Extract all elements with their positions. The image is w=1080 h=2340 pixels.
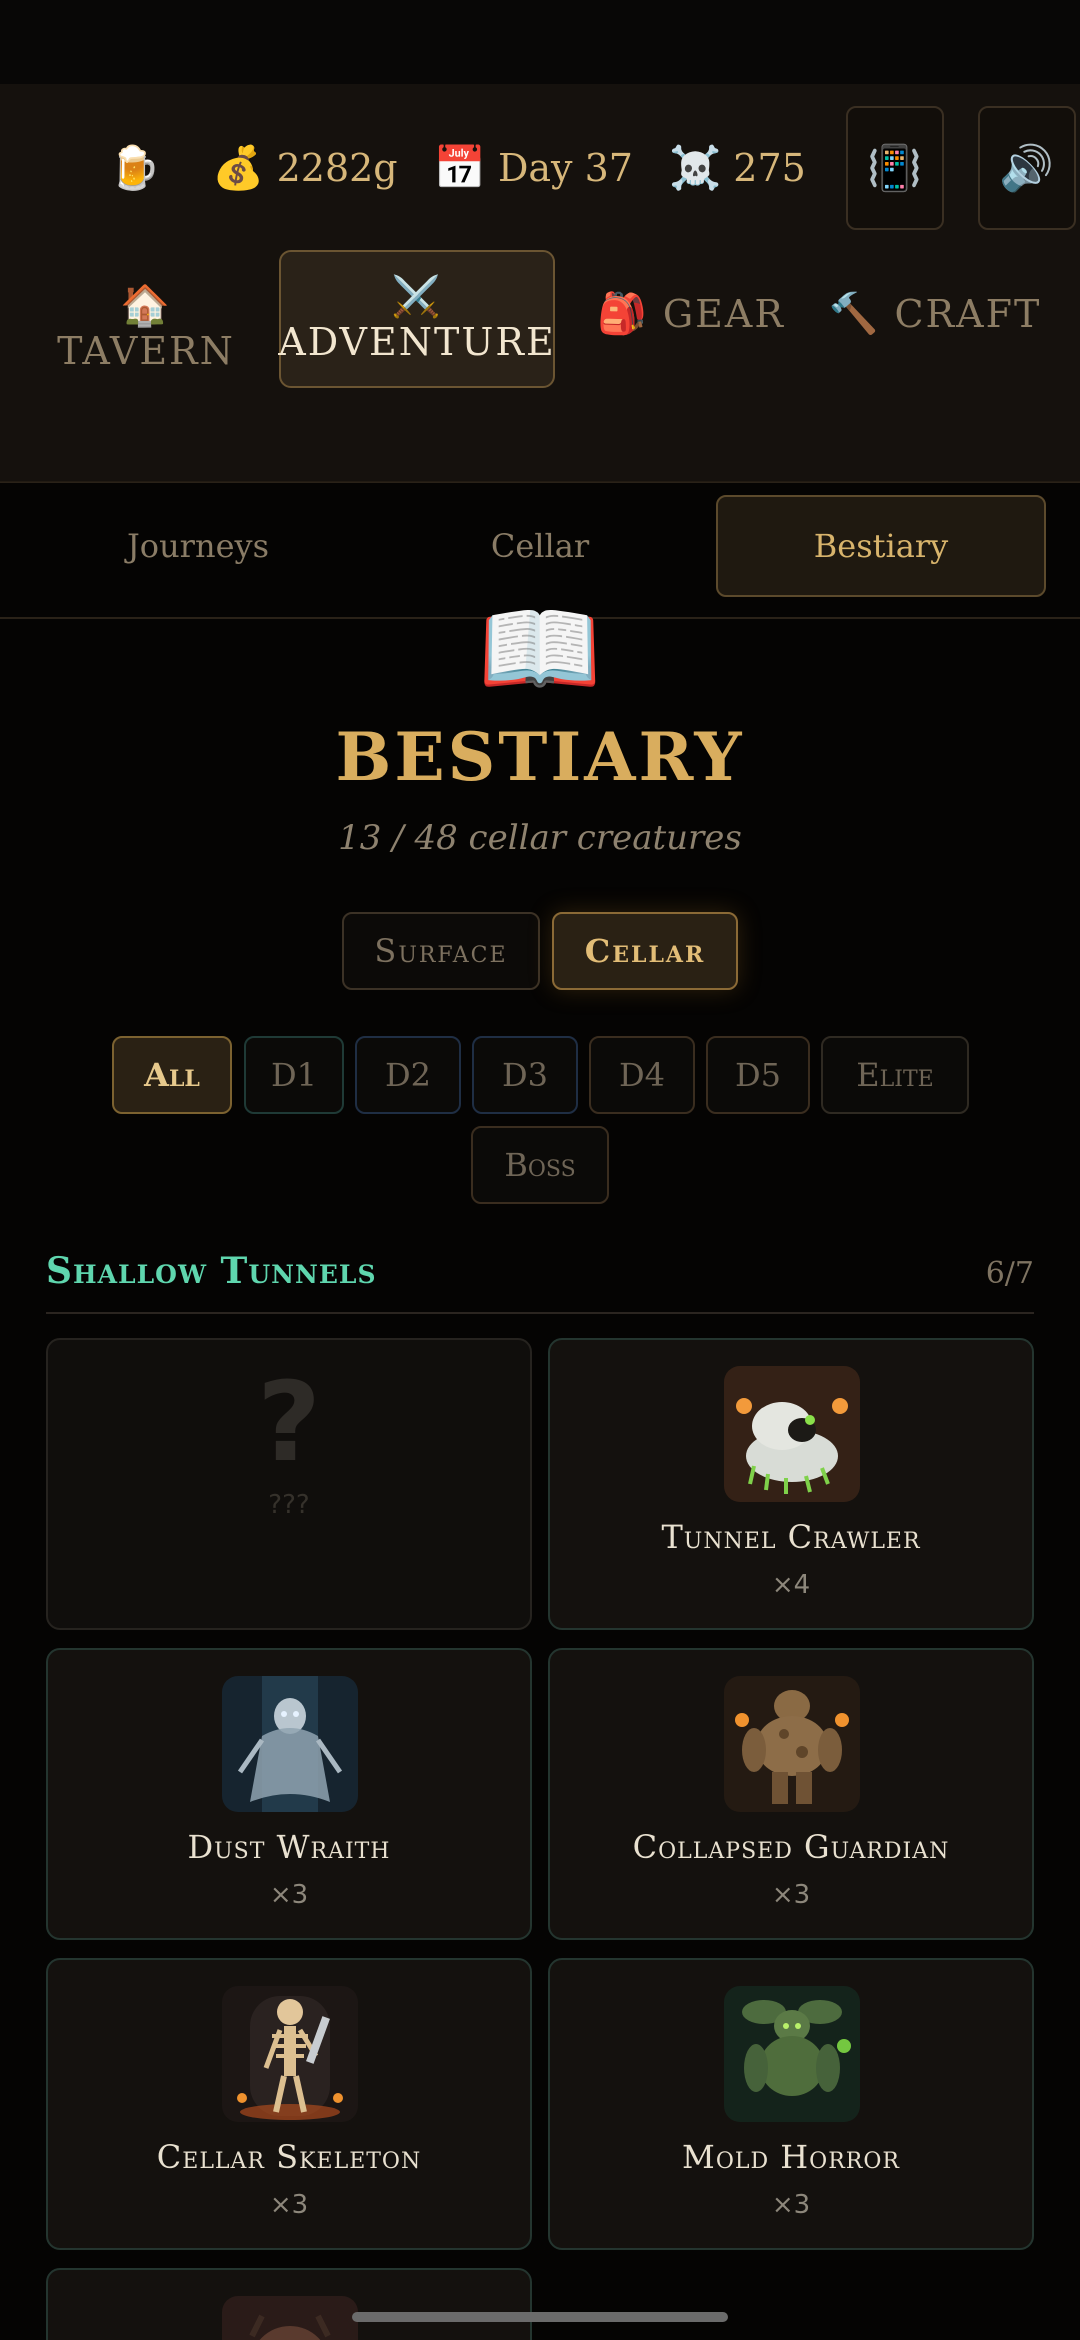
creature-card[interactable]: Cellar Skeleton ×3: [46, 1958, 532, 2250]
creature-card[interactable]: Mold Horror ×3: [548, 1958, 1034, 2250]
day-counter: Day 37: [497, 146, 633, 190]
creature-card[interactable]: Tunnel Crawler ×4: [548, 1338, 1034, 1630]
hammer-icon: 🔨: [828, 291, 881, 337]
resource-bar: 🍺 💰 2282g 📅 Day 37 ☠️ 275 📳 🔊: [0, 84, 1080, 252]
creature-name: Collapsed Guardian: [632, 1828, 950, 1866]
filter-d5-chip[interactable]: D5: [706, 1036, 810, 1114]
nav-tab-craft-label: CRAFT: [894, 292, 1042, 336]
filter-d4-chip[interactable]: D4: [589, 1036, 695, 1114]
creature-name: Dust Wraith: [187, 1828, 391, 1866]
discovery-progress: 13 / 48 cellar creatures: [338, 818, 742, 858]
speaker-icon: 🔊: [999, 143, 1055, 194]
beer-resource: 🍺: [108, 143, 172, 193]
home-indicator[interactable]: [352, 2312, 728, 2322]
sub-tab-journeys[interactable]: Journeys: [46, 495, 350, 597]
nav-tab-gear-label: GEAR: [662, 292, 785, 336]
filter-all-chip[interactable]: All: [112, 1036, 232, 1114]
dust-wraith-portrait: [222, 1676, 358, 1812]
kills-resource: ☠️ 275: [669, 143, 806, 193]
calendar-icon: 📅: [433, 143, 486, 192]
creature-card[interactable]: Dust Wraith ×3: [46, 1648, 532, 1940]
page-title: BESTIARY: [335, 718, 745, 796]
creature-name: Cellar Skeleton: [156, 2138, 422, 2176]
nav-tab-adventure[interactable]: ⚔️ ADVENTURE: [278, 250, 556, 388]
crossed-swords-icon: ⚔️: [391, 274, 443, 320]
nav-tab-tavern[interactable]: 🏠 TAVERN: [46, 266, 246, 390]
filter-elite-chip[interactable]: Elite: [821, 1036, 969, 1114]
house-icon: 🏠: [120, 283, 172, 329]
creature-name: Tunnel Crawler: [661, 1518, 921, 1556]
section-header: Shallow Tunnels 6/7: [46, 1244, 1034, 1314]
day-resource: 📅 Day 37: [434, 143, 633, 193]
filter-d2-chip[interactable]: D2: [355, 1036, 461, 1114]
skull-crossbones-icon: ☠️: [668, 143, 722, 192]
nav-tab-adventure-label: ADVENTURE: [278, 320, 556, 364]
gold-amount: 2282g: [276, 146, 398, 190]
sub-tab-bestiary[interactable]: Bestiary: [716, 495, 1046, 597]
collapsed-guardian-portrait: [724, 1676, 860, 1812]
backpack-icon: 🎒: [597, 291, 649, 337]
tunnel-crawler-portrait: [724, 1366, 860, 1502]
sub-tab-cellar[interactable]: Cellar: [388, 495, 692, 597]
creature-card[interactable]: Collapsed Guardian ×3: [548, 1648, 1034, 1940]
top-panel: 🍺 💰 2282g 📅 Day 37 ☠️ 275 📳 🔊 🏠 TAVERN ⚔…: [0, 84, 1080, 483]
vibrate-icon: 📳: [867, 143, 923, 194]
section-title: Shallow Tunnels: [46, 1250, 377, 1292]
money-bag-icon: 💰: [212, 143, 265, 192]
creature-portrait: [222, 2296, 358, 2340]
filter-d3-chip[interactable]: D3: [472, 1036, 578, 1114]
sound-toggle-button[interactable]: 🔊: [977, 106, 1076, 230]
main-nav: 🏠 TAVERN ⚔️ ADVENTURE 🎒 GEAR 🔨 CRAFT: [0, 250, 1080, 482]
gold-resource: 💰 2282g: [212, 143, 397, 193]
nav-tab-tavern-label: TAVERN: [57, 329, 235, 373]
creature-kill-count: ×4: [771, 1570, 811, 1600]
vibration-toggle-button[interactable]: 📳: [845, 106, 944, 230]
creature-card-unknown[interactable]: ? ???: [46, 1338, 532, 1630]
open-book-icon: 📖: [477, 590, 603, 707]
nav-tab-gear[interactable]: 🎒 GEAR: [596, 266, 786, 362]
creature-kill-count: ×3: [269, 1880, 309, 1910]
nav-tab-craft[interactable]: 🔨 CRAFT: [828, 266, 1042, 362]
filter-boss-chip[interactable]: Boss: [471, 1126, 609, 1204]
kill-count: 275: [733, 146, 806, 190]
filter-d1-chip[interactable]: D1: [244, 1036, 344, 1114]
surface-toggle-button[interactable]: Surface: [342, 912, 540, 990]
question-mark-icon: ?: [257, 1358, 321, 1486]
creature-name: Mold Horror: [682, 2138, 900, 2176]
mold-horror-portrait: [724, 1986, 860, 2122]
status-bar: [0, 0, 1080, 84]
cellar-skeleton-portrait: [222, 1986, 358, 2122]
beer-icon: 🍺: [108, 143, 161, 192]
cellar-toggle-button[interactable]: Cellar: [552, 912, 738, 990]
creature-card[interactable]: [46, 2268, 532, 2340]
creature-kill-count: ×3: [771, 2190, 811, 2220]
creature-kill-count: ×3: [269, 2190, 309, 2220]
creature-name: ???: [268, 1490, 310, 1520]
creature-kill-count: ×3: [771, 1880, 811, 1910]
section-count: 6/7: [985, 1256, 1034, 1291]
